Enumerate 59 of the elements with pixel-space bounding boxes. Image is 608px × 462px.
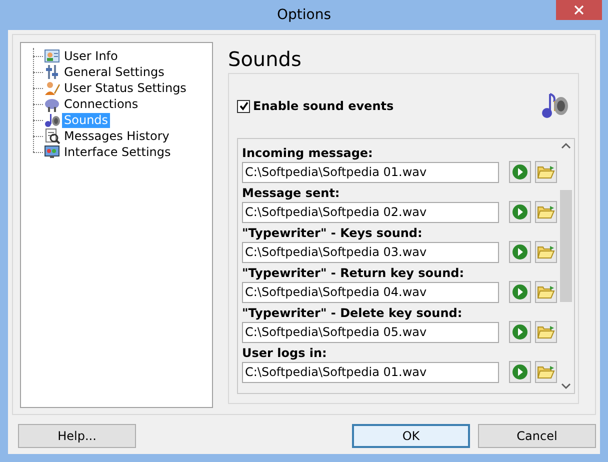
folder-icon xyxy=(537,364,555,380)
sound-label: "Typewriter" - Keys sound: xyxy=(242,225,424,241)
play-icon xyxy=(512,324,528,340)
browse-button[interactable] xyxy=(535,161,557,183)
tree-item[interactable]: User Info xyxy=(62,48,120,64)
folder-icon xyxy=(537,244,555,260)
window-title: Options xyxy=(276,7,332,23)
sound-label: Incoming message: xyxy=(242,145,374,161)
dialog-button[interactable]: OK xyxy=(352,424,470,448)
tree-item[interactable]: General Settings xyxy=(62,64,166,80)
browse-button[interactable] xyxy=(535,241,557,263)
file-path-field[interactable]: C:\Softpedia\Softpedia 03.wav xyxy=(242,242,499,262)
close-icon xyxy=(574,5,584,15)
person-pencil-icon xyxy=(44,80,60,96)
tree-item[interactable]: Interface Settings xyxy=(62,144,173,160)
tree-item[interactable]: Messages History xyxy=(62,128,172,144)
sound-label: "Typewriter" - Delete key sound: xyxy=(242,305,464,321)
page-heading: Sounds xyxy=(228,46,302,73)
play-icon xyxy=(512,244,528,260)
magnifier-document-icon xyxy=(44,128,60,144)
browse-button[interactable] xyxy=(535,321,557,343)
file-path-field[interactable]: C:\Softpedia\Softpedia 05.wav xyxy=(242,322,499,342)
file-path-field[interactable]: C:\Softpedia\Softpedia 01.wav xyxy=(242,162,499,182)
play-icon xyxy=(512,364,528,380)
browse-button[interactable] xyxy=(535,201,557,223)
sliders-icon xyxy=(44,64,60,80)
plug-icon xyxy=(44,96,60,112)
checkbox[interactable] xyxy=(237,100,250,112)
play-icon xyxy=(512,204,528,220)
close-button[interactable] xyxy=(556,0,602,20)
folder-icon xyxy=(537,284,555,300)
monitor-icon xyxy=(44,144,60,160)
person-card-icon xyxy=(44,48,60,64)
play-button[interactable] xyxy=(509,201,531,223)
dialog-button[interactable]: Cancel xyxy=(478,424,596,448)
folder-icon xyxy=(537,204,555,220)
folder-icon xyxy=(537,324,555,340)
play-icon xyxy=(512,284,528,300)
file-path-field[interactable]: C:\Softpedia\Softpedia 04.wav xyxy=(242,282,499,302)
play-button[interactable] xyxy=(509,321,531,343)
checkbox-label: Enable sound events xyxy=(253,99,394,113)
sound-label: "Typewriter" - Return key sound: xyxy=(242,265,466,281)
folder-icon xyxy=(537,164,555,180)
music-speaker-icon xyxy=(44,112,60,128)
play-button[interactable] xyxy=(509,241,531,263)
dialog-button[interactable]: Help... xyxy=(18,424,136,448)
file-path-field[interactable]: C:\Softpedia\Softpedia 01.wav xyxy=(242,362,499,382)
sound-label: User logs in: xyxy=(242,345,328,361)
tree-item[interactable]: Connections xyxy=(62,96,140,112)
file-path-field[interactable]: C:\Softpedia\Softpedia 02.wav xyxy=(242,202,499,222)
sound-label: Message sent: xyxy=(242,185,341,201)
play-button[interactable] xyxy=(509,361,531,383)
browse-button[interactable] xyxy=(535,281,557,303)
play-icon xyxy=(512,164,528,180)
browse-button[interactable] xyxy=(535,361,557,383)
play-button[interactable] xyxy=(509,281,531,303)
play-button[interactable] xyxy=(509,161,531,183)
tree-item[interactable]: User Status Settings xyxy=(62,80,188,96)
scrollbar-thumb[interactable] xyxy=(560,190,572,302)
